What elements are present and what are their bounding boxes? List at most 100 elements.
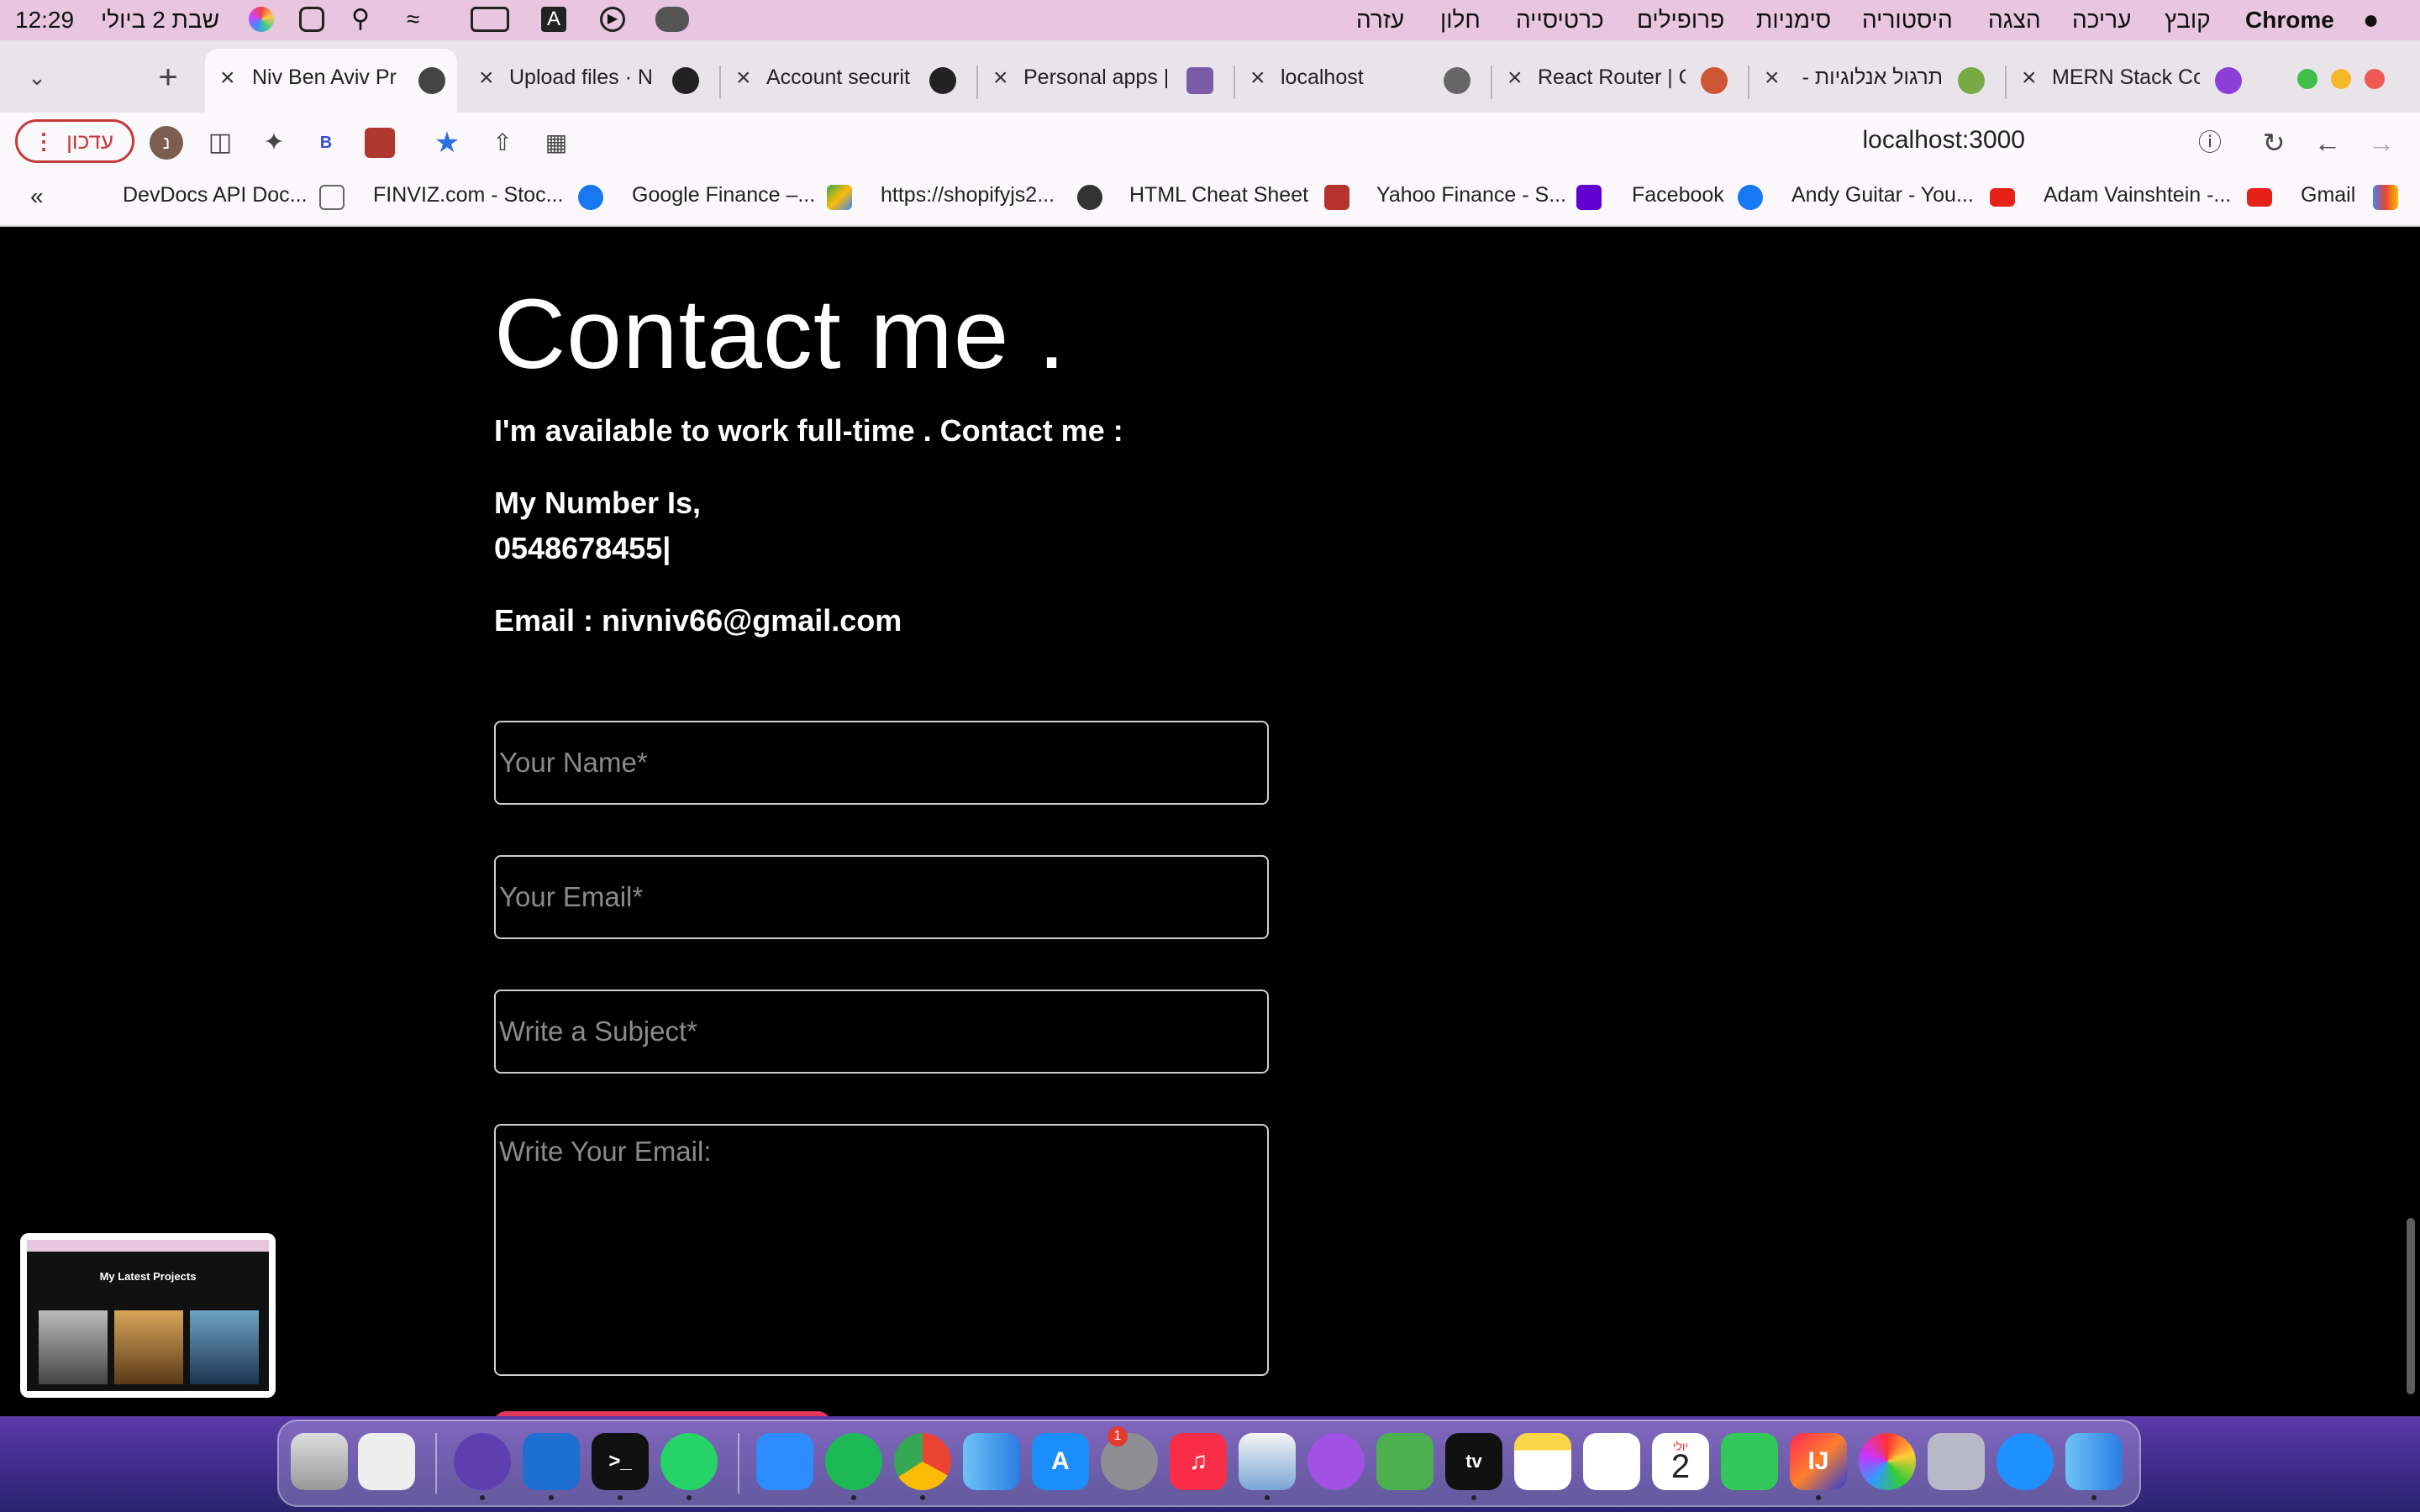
battery-icon[interactable] xyxy=(471,7,509,32)
podcasts-icon[interactable] xyxy=(1307,1433,1365,1490)
safari-icon[interactable] xyxy=(1996,1433,2054,1490)
forward-arrow-icon[interactable]: → xyxy=(2366,128,2396,158)
bookmark-item[interactable]: Andy Guitar - You... xyxy=(1791,183,1974,207)
reload-icon[interactable]: ↻ xyxy=(2259,128,2289,158)
subject-input[interactable]: Write a Subject* xyxy=(494,990,1269,1074)
new-tab-plus-icon[interactable]: + xyxy=(153,60,183,94)
wifi-icon[interactable]: ≈ xyxy=(407,7,432,32)
window-minimize-button[interactable] xyxy=(2331,69,2351,89)
bookmark-item[interactable]: Yahoo Finance - S... xyxy=(1376,183,1566,207)
menu-window[interactable]: חלון xyxy=(1440,5,1481,35)
bookmark-item[interactable]: Facebook xyxy=(1632,183,1724,207)
tab-close-icon[interactable]: × xyxy=(1507,64,1523,92)
tab-close-icon[interactable]: × xyxy=(993,64,1008,92)
menu-view[interactable]: הצגה xyxy=(1988,5,2041,35)
bookmark-item[interactable]: DevDocs API Doc... xyxy=(123,183,308,207)
notes-icon[interactable] xyxy=(1514,1433,1571,1490)
extensions-puzzle-icon[interactable]: ✦ xyxy=(259,128,289,158)
terminal-icon[interactable]: >_ xyxy=(592,1433,649,1490)
control-center-icon[interactable] xyxy=(299,7,324,32)
menu-tab[interactable]: כרטיסייה xyxy=(1516,5,1604,35)
tab[interactable]: × Upload files · N xyxy=(471,49,714,113)
extension-app-icon[interactable] xyxy=(365,128,395,158)
menu-profiles[interactable]: פרופילים xyxy=(1637,5,1724,35)
macos-dock: >_ A 1 ♫ tv יולי 2 IJ xyxy=(277,1420,2141,1507)
bookmark-item[interactable]: FINVIZ.com - Stoc... xyxy=(373,183,563,207)
site-info-icon[interactable]: ⓘ xyxy=(2195,128,2225,158)
tab[interactable]: × תרגול אנלוגיות - xyxy=(1756,49,2000,113)
bookmark-star-icon[interactable]: ★ xyxy=(432,128,462,158)
apple-tv-icon[interactable]: tv xyxy=(1445,1433,1502,1490)
bookmarks-overflow-icon[interactable]: « xyxy=(30,183,44,210)
trash-icon[interactable] xyxy=(291,1433,348,1490)
tab-close-icon[interactable]: × xyxy=(736,64,751,92)
downloads-stack-icon[interactable] xyxy=(358,1433,415,1490)
tab-active[interactable]: × Niv Ben Aviv Pr xyxy=(205,49,457,113)
tab-title: Upload files · N xyxy=(509,66,653,89)
intellij-icon[interactable]: IJ xyxy=(1790,1433,1847,1490)
tab-close-icon[interactable]: × xyxy=(2022,64,2037,92)
vscode-icon[interactable] xyxy=(523,1433,580,1490)
menu-bookmarks[interactable]: סימניות xyxy=(1756,5,1831,35)
page-scrollbar[interactable] xyxy=(2407,1218,2415,1394)
email-input[interactable]: Your Email* xyxy=(494,855,1269,939)
menu-date[interactable]: שבת 2 ביולי xyxy=(101,5,219,35)
tab[interactable]: × localhost xyxy=(1242,49,1486,113)
share-icon[interactable]: ⇧ xyxy=(487,128,518,158)
bookmark-item[interactable]: https://shopifyjs2... xyxy=(881,183,1055,207)
play-icon[interactable]: ▶ xyxy=(600,7,625,32)
bookmark-item[interactable]: Gmail xyxy=(2301,183,2355,207)
reminders-icon[interactable] xyxy=(1583,1433,1640,1490)
address-bar[interactable]: localhost:3000 xyxy=(1863,126,2025,155)
clock[interactable]: 12:29 xyxy=(15,5,74,35)
side-panel-icon[interactable]: ◫ xyxy=(205,128,235,158)
window-zoom-button[interactable] xyxy=(2297,69,2317,89)
tab-close-icon[interactable]: × xyxy=(479,64,494,92)
calendar-icon[interactable]: יולי 2 xyxy=(1652,1433,1709,1490)
tab-close-icon[interactable]: × xyxy=(1765,64,1780,92)
translate-icon[interactable]: ▦ xyxy=(541,128,571,158)
spotlight-search-icon[interactable]: ⚲ xyxy=(351,7,376,32)
bookmark-item[interactable]: Adam Vainshtein -... xyxy=(2044,183,2231,207)
chrome-icon[interactable] xyxy=(894,1433,951,1490)
music-icon[interactable]: ♫ xyxy=(1170,1433,1227,1490)
photos-icon[interactable] xyxy=(1859,1433,1916,1490)
profile-avatar[interactable]: נ xyxy=(150,126,183,160)
update-chrome-button[interactable]: ⋮ עדכון xyxy=(15,119,134,163)
whatsapp-icon[interactable] xyxy=(660,1433,718,1490)
name-input[interactable]: Your Name* xyxy=(494,721,1269,805)
menu-app-name[interactable]: Chrome xyxy=(2245,5,2334,35)
zoom-icon[interactable] xyxy=(756,1433,813,1490)
window-close-button[interactable] xyxy=(2365,69,2385,89)
tab-search-chevron-icon[interactable]: ⌄ xyxy=(22,62,52,92)
input-source-icon[interactable]: A xyxy=(541,7,566,32)
atom-icon[interactable] xyxy=(1376,1433,1434,1490)
menu-history[interactable]: היסטוריה xyxy=(1862,5,1953,35)
bookmark-item[interactable]: HTML Cheat Sheet xyxy=(1129,183,1308,207)
facetime-icon[interactable] xyxy=(1721,1433,1778,1490)
spotify-icon[interactable] xyxy=(825,1433,882,1490)
tab[interactable]: × React Router | C xyxy=(1499,49,1743,113)
tab[interactable]: × Account securit xyxy=(728,49,971,113)
menu-file[interactable]: קובץ xyxy=(2165,5,2211,35)
launchpad-icon[interactable] xyxy=(1928,1433,1985,1490)
bookmark-item[interactable]: Google Finance –... xyxy=(632,183,815,207)
message-textarea[interactable]: Write Your Email: xyxy=(494,1124,1269,1376)
apple-icon[interactable]: ● xyxy=(2363,6,2388,33)
cloud-status-icon[interactable] xyxy=(655,7,689,32)
screenshot-thumbnail[interactable]: My Latest Projects xyxy=(20,1233,276,1398)
arc-browser-icon[interactable] xyxy=(454,1433,511,1490)
finder-icon[interactable] xyxy=(2065,1433,2123,1490)
finder-icon[interactable] xyxy=(963,1433,1020,1490)
app-store-icon[interactable]: A xyxy=(1032,1433,1089,1490)
tab-close-icon[interactable]: × xyxy=(220,64,235,92)
tab-close-icon[interactable]: × xyxy=(1250,64,1265,92)
menu-help[interactable]: עזרה xyxy=(1356,5,1404,35)
tab[interactable]: × Personal apps | xyxy=(985,49,1228,113)
extension-b-icon[interactable]: B xyxy=(311,128,341,158)
siri-icon[interactable] xyxy=(249,7,274,32)
keynote-icon[interactable] xyxy=(1239,1433,1296,1490)
tab[interactable]: × MERN Stack Co xyxy=(2013,49,2257,113)
menu-edit[interactable]: עריכה xyxy=(2072,5,2131,35)
back-arrow-icon[interactable]: ← xyxy=(2312,128,2343,158)
